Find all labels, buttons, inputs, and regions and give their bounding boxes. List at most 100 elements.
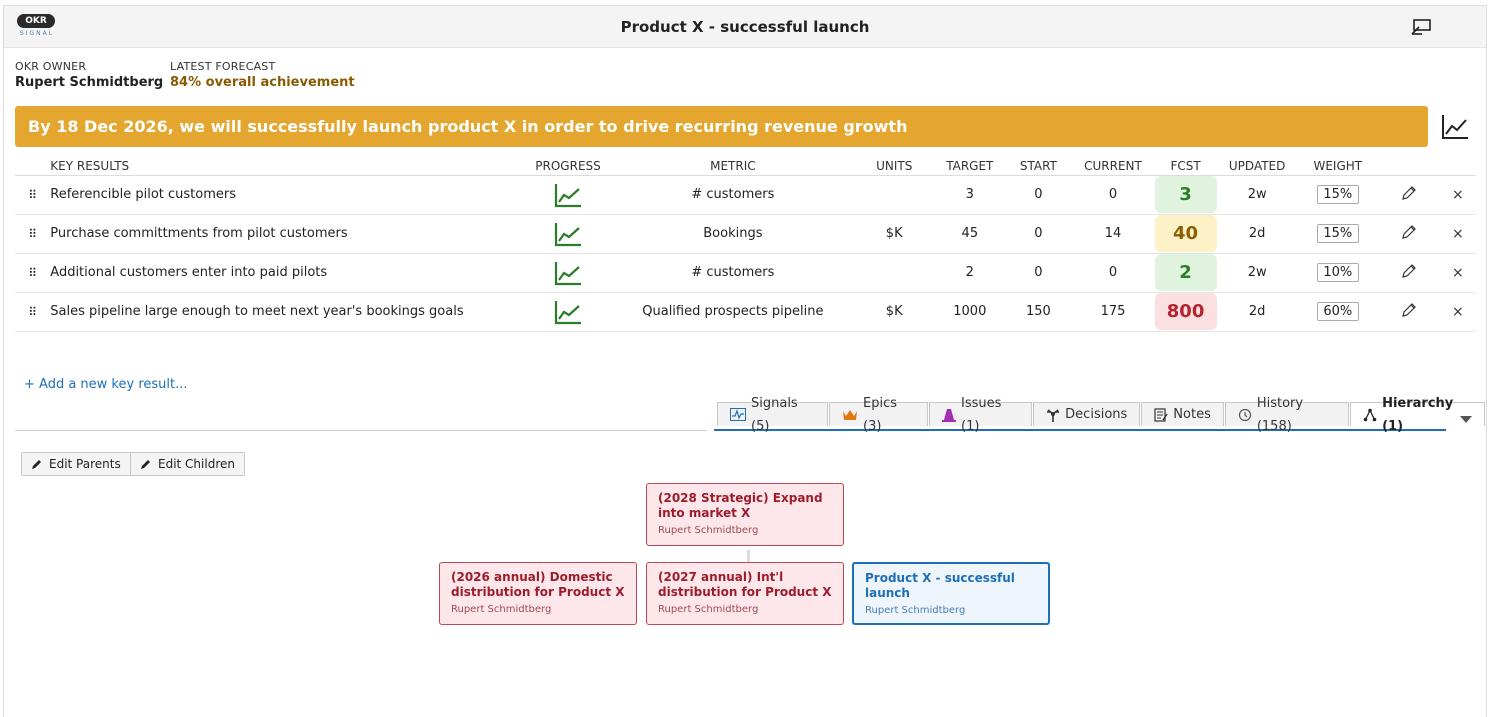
tab-notes[interactable]: Notes bbox=[1141, 402, 1224, 426]
drag-handle-icon[interactable]: ⠿ bbox=[15, 292, 51, 332]
kr-progress[interactable] bbox=[524, 175, 612, 215]
table-row[interactable]: ⠿ Sales pipeline large enough to meet nex… bbox=[15, 292, 1476, 332]
tab-decision[interactable]: Decisions bbox=[1033, 402, 1141, 426]
kr-fcst[interactable]: 3 bbox=[1154, 176, 1217, 213]
kr-target: 3 bbox=[934, 175, 1006, 215]
table-row[interactable]: ⠿ Purchase committments from pilot custom… bbox=[15, 214, 1476, 254]
kr-weight[interactable]: 10% bbox=[1316, 263, 1359, 282]
kr-updated: 2d bbox=[1216, 292, 1298, 332]
table-row[interactable]: ⠿ Referencible pilot customers # customers… bbox=[15, 175, 1476, 215]
pencil-icon bbox=[32, 460, 41, 469]
edit-kr-button[interactable] bbox=[1378, 292, 1440, 332]
kr-weight-cell: 15% bbox=[1297, 175, 1379, 215]
close-icon[interactable]: × bbox=[1439, 253, 1476, 293]
kr-name[interactable]: Additional customers enter into paid pil… bbox=[50, 253, 525, 293]
edit-parents-button[interactable]: Edit Parents bbox=[21, 452, 131, 476]
kr-progress[interactable] bbox=[524, 214, 612, 254]
hierarchy-sibling-node[interactable]: (2027 annual) Int'l distribution for Pro… bbox=[646, 562, 844, 625]
okr-owner-name[interactable]: Rupert Schmidtberg bbox=[15, 75, 163, 90]
hierarchy-sibling-node[interactable]: (2026 annual) Domestic distribution for … bbox=[439, 562, 637, 625]
tab-label: Epics (3) bbox=[863, 395, 897, 434]
kr-target: 1000 bbox=[934, 292, 1006, 332]
header-weight: WEIGHT bbox=[1297, 157, 1379, 176]
kr-fcst[interactable]: 800 bbox=[1154, 293, 1217, 330]
kr-weight-cell: 10% bbox=[1297, 253, 1379, 293]
kr-start: 150 bbox=[1005, 292, 1072, 332]
decision-icon bbox=[1046, 408, 1060, 422]
kr-start: 0 bbox=[1005, 214, 1072, 254]
tab-label: History (158) bbox=[1256, 395, 1304, 434]
progress-trend-icon bbox=[554, 222, 582, 246]
edit-children-label: Edit Children bbox=[158, 457, 235, 471]
close-icon[interactable]: × bbox=[1439, 175, 1476, 215]
node-title: (2026 annual) Domestic distribution for … bbox=[451, 570, 625, 599]
drag-handle-icon[interactable]: ⠿ bbox=[15, 175, 51, 215]
kr-fcst[interactable]: 40 bbox=[1154, 215, 1217, 252]
kr-progress[interactable] bbox=[524, 292, 612, 332]
node-title: Product X - successful launch bbox=[865, 571, 1015, 600]
header-units: UNITS bbox=[853, 157, 935, 176]
kr-start: 0 bbox=[1005, 175, 1072, 215]
crown-icon bbox=[842, 408, 858, 421]
cone-icon bbox=[942, 408, 957, 422]
header-key-results: KEY RESULTS bbox=[50, 157, 525, 176]
progress-trend-icon bbox=[554, 300, 582, 324]
kr-target: 45 bbox=[934, 214, 1006, 254]
tab-crown[interactable]: Epics (3) bbox=[829, 396, 929, 434]
progress-trend-icon bbox=[554, 261, 582, 285]
latest-forecast: LATEST FORECAST 84% overall achievement bbox=[170, 60, 355, 90]
tab-signals[interactable]: Signals (5) bbox=[717, 396, 828, 434]
add-key-result-link[interactable]: + Add a new key result... bbox=[24, 377, 188, 392]
drag-handle-icon[interactable]: ⠿ bbox=[15, 253, 51, 293]
kr-progress[interactable] bbox=[524, 253, 612, 293]
present-icon[interactable] bbox=[1410, 19, 1432, 35]
kr-updated: 2w bbox=[1216, 175, 1298, 215]
kr-weight-cell: 15% bbox=[1297, 214, 1379, 254]
pencil-icon bbox=[1402, 224, 1416, 239]
edit-children-button[interactable]: Edit Children bbox=[130, 452, 245, 476]
key-results-table: KEY RESULTS PROGRESS METRIC UNITS TARGET… bbox=[15, 157, 1476, 332]
edit-kr-button[interactable] bbox=[1378, 175, 1440, 215]
tab-history[interactable]: History (158) bbox=[1224, 396, 1350, 434]
edit-kr-button[interactable] bbox=[1378, 253, 1440, 293]
kr-metric: # customers bbox=[611, 253, 854, 293]
hierarchy-self-node[interactable]: Product X - successful launch Rupert Sch… bbox=[852, 562, 1050, 625]
pencil-icon bbox=[1402, 302, 1416, 317]
kr-fcst-cell: 800 bbox=[1154, 292, 1217, 332]
okr-owner: OKR OWNER Rupert Schmidtberg bbox=[15, 60, 163, 90]
trend-chart-icon[interactable] bbox=[1440, 113, 1470, 141]
tab-bar: Signals (5) Epics (3) Issues (1) Decisions N… bbox=[717, 396, 1486, 434]
header-progress: PROGRESS bbox=[524, 157, 612, 176]
node-owner: Rupert Schmidtberg bbox=[658, 604, 759, 615]
node-title: (2027 annual) Int'l distribution for Pro… bbox=[658, 570, 832, 599]
kr-fcst[interactable]: 2 bbox=[1154, 254, 1217, 291]
header-start: START bbox=[1005, 157, 1072, 176]
hierarchy-icon bbox=[1363, 408, 1377, 422]
latest-forecast-label: LATEST FORECAST bbox=[170, 60, 276, 73]
kr-weight[interactable]: 15% bbox=[1316, 224, 1359, 243]
edit-kr-button[interactable] bbox=[1378, 214, 1440, 254]
kr-metric: Qualified prospects pipeline bbox=[611, 292, 854, 332]
close-icon[interactable]: × bbox=[1439, 214, 1476, 254]
edit-parents-label: Edit Parents bbox=[49, 457, 121, 471]
kr-fcst-cell: 40 bbox=[1154, 214, 1217, 254]
tab-cone[interactable]: Issues (1) bbox=[929, 396, 1033, 434]
progress-trend-icon bbox=[554, 183, 582, 207]
hierarchy-parent-node[interactable]: (2028 Strategic) Expand into market X Ru… bbox=[646, 483, 844, 546]
tab-label: Hierarchy (1) bbox=[1382, 395, 1454, 434]
table-row[interactable]: ⠿ Additional customers enter into paid pi… bbox=[15, 253, 1476, 293]
kr-current: 175 bbox=[1071, 292, 1155, 332]
kr-name[interactable]: Purchase committments from pilot custome… bbox=[50, 214, 525, 254]
kr-units bbox=[853, 175, 935, 215]
drag-handle-icon[interactable]: ⠿ bbox=[15, 214, 51, 254]
kr-name[interactable]: Sales pipeline large enough to meet next… bbox=[50, 292, 525, 332]
header-updated: UPDATED bbox=[1216, 157, 1298, 176]
app-frame: OKR SIGNAL Product X - successful launch… bbox=[3, 5, 1487, 717]
close-icon[interactable]: × bbox=[1439, 292, 1476, 332]
chevron-down-icon[interactable] bbox=[1460, 416, 1472, 423]
objective-banner[interactable]: By 18 Dec 2026, we will successfully lau… bbox=[15, 106, 1428, 147]
kr-weight[interactable]: 60% bbox=[1316, 302, 1359, 321]
kr-name[interactable]: Referencible pilot customers bbox=[50, 175, 525, 215]
kr-weight[interactable]: 15% bbox=[1316, 185, 1359, 204]
node-owner: Rupert Schmidtberg bbox=[865, 605, 966, 616]
